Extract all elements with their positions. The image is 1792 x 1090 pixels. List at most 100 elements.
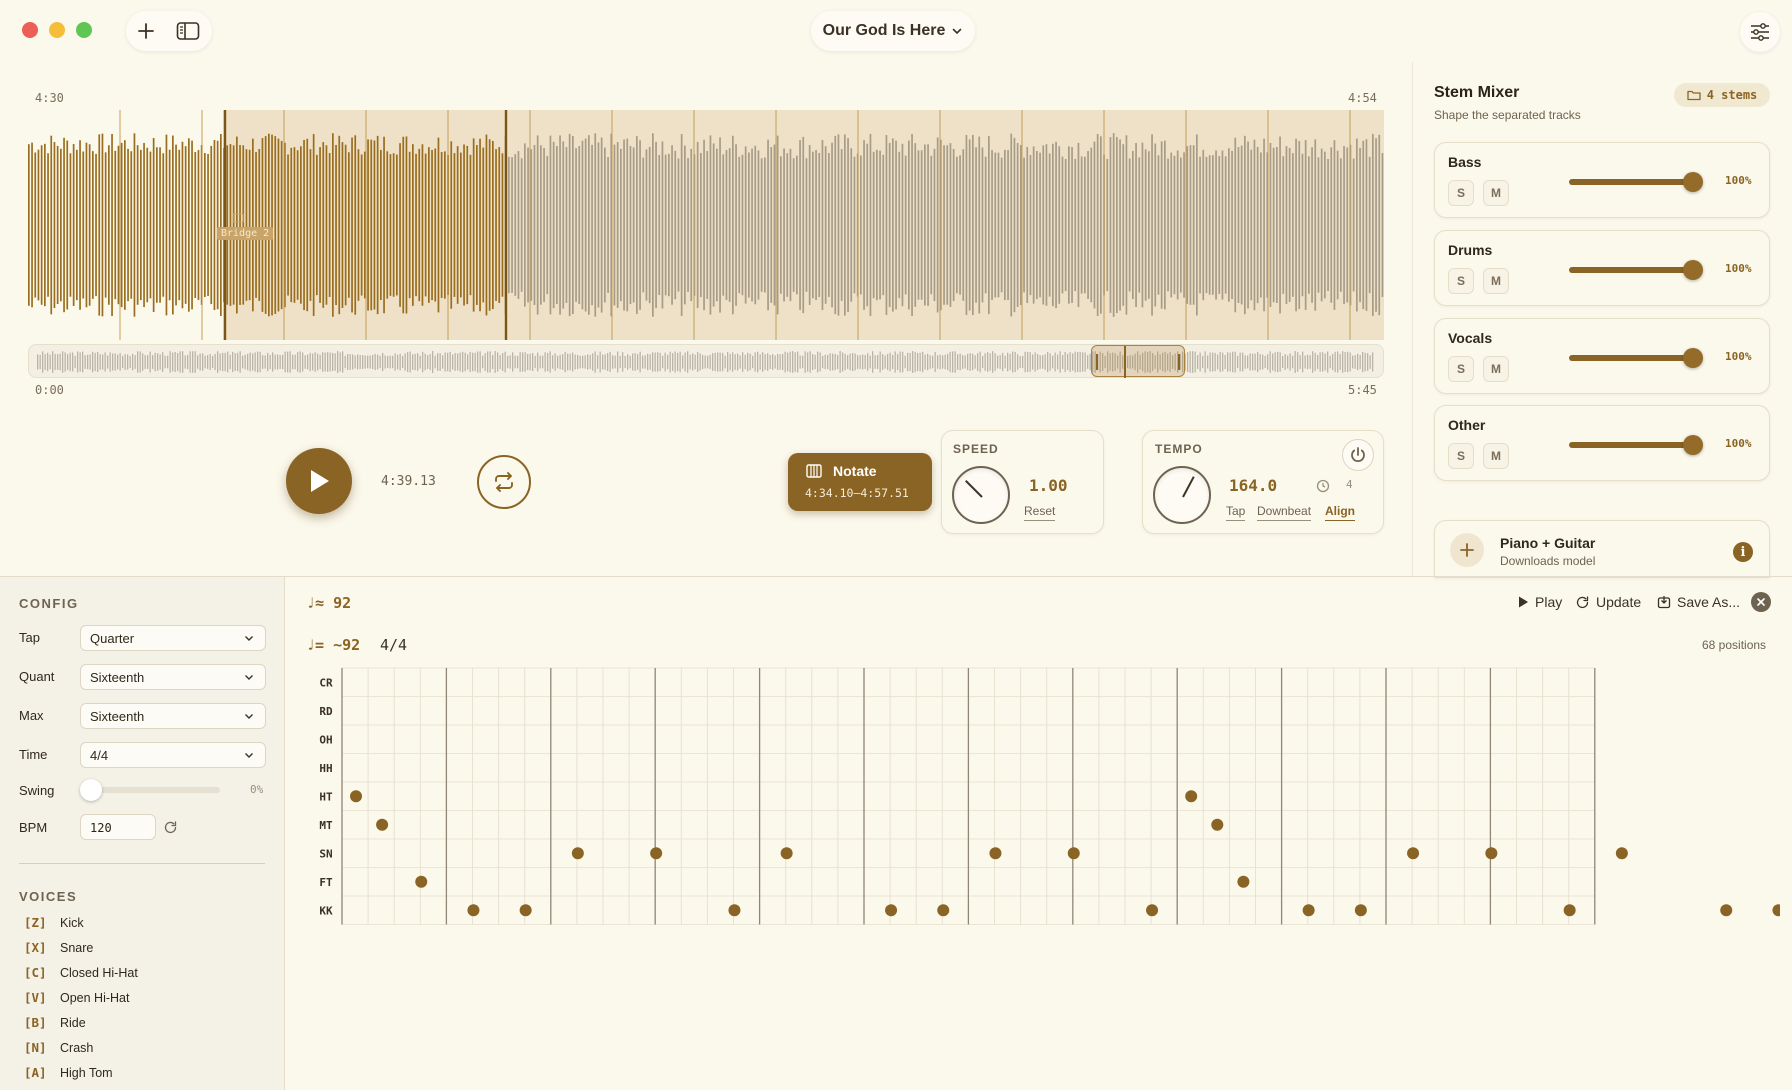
loop-button[interactable] <box>477 455 531 509</box>
toolbar-group <box>126 11 212 51</box>
waveform-overview[interactable] <box>28 344 1384 378</box>
hit-ft[interactable] <box>415 875 428 888</box>
hit-kk[interactable] <box>1302 904 1315 917</box>
hit-sn[interactable] <box>1615 847 1628 860</box>
piano-guitar-model-card: Piano + Guitar Downloads model i <box>1434 520 1770 578</box>
row-label-hh: HH <box>319 762 332 775</box>
config-tap-select[interactable]: Quarter <box>80 625 266 651</box>
hit-sn[interactable] <box>1067 847 1080 860</box>
hit-kk[interactable] <box>1720 904 1733 917</box>
hit-sn[interactable] <box>1407 847 1420 860</box>
volume-slider-thumb[interactable] <box>1683 348 1703 368</box>
power-icon <box>1351 447 1365 462</box>
add-model-button[interactable] <box>1450 533 1484 567</box>
voice-key: [V] <box>24 990 47 1005</box>
hit-kk[interactable] <box>467 904 480 917</box>
chevron-down-icon <box>245 675 253 680</box>
hit-kk[interactable] <box>1772 904 1780 917</box>
notation-save-button[interactable]: Save As... <box>1657 594 1740 610</box>
speed-reset-link[interactable]: Reset <box>1024 504 1056 521</box>
stems-count: 4 stems <box>1706 88 1758 102</box>
hit-kk[interactable] <box>728 904 741 917</box>
play-button[interactable] <box>286 448 352 514</box>
close-notation-button[interactable] <box>1751 592 1771 612</box>
hit-sn[interactable] <box>571 847 584 860</box>
volume-slider[interactable] <box>1569 267 1693 273</box>
tempo-downbeat-link[interactable]: Downbeat <box>1257 504 1312 521</box>
hit-mt[interactable] <box>1211 818 1224 831</box>
overview-view-window[interactable] <box>1091 345 1185 378</box>
hit-ht[interactable] <box>350 790 362 803</box>
solo-button[interactable]: S <box>1448 356 1474 382</box>
hit-kk[interactable] <box>937 904 950 917</box>
plus-icon[interactable] <box>134 19 158 43</box>
hit-sn[interactable] <box>1485 847 1498 860</box>
notation-update-button[interactable]: Update <box>1575 594 1641 610</box>
notation-play-button[interactable]: Play <box>1517 594 1562 610</box>
zoom-window-button[interactable] <box>76 22 92 38</box>
bpm-input[interactable]: 120 <box>80 814 156 840</box>
solo-button[interactable]: S <box>1448 443 1474 469</box>
swing-slider-thumb[interactable] <box>80 779 102 801</box>
volume-slider-thumb[interactable] <box>1683 435 1703 455</box>
hit-sn[interactable] <box>650 847 663 860</box>
config-caption: CONFIG <box>19 596 79 611</box>
volume-slider-thumb[interactable] <box>1683 172 1703 192</box>
mute-button[interactable]: M <box>1483 268 1509 294</box>
play-icon <box>1519 596 1528 608</box>
close-window-button[interactable] <box>22 22 38 38</box>
tempo-tap-link[interactable]: Tap <box>1226 504 1246 521</box>
sidebar-toggle-icon[interactable] <box>176 19 200 43</box>
settings-sliders-button[interactable] <box>1740 12 1780 52</box>
total-start-time: 0:00 <box>35 383 64 397</box>
stems-badge[interactable]: 4 stems <box>1674 83 1770 107</box>
speed-knob[interactable] <box>952 466 1010 524</box>
hit-kk[interactable] <box>1563 904 1576 917</box>
hit-ht[interactable] <box>1185 790 1198 803</box>
drum-grid[interactable]: CR RD OH HH HT MT SN FT KK <box>300 666 1780 926</box>
volume-slider[interactable] <box>1569 355 1693 361</box>
notate-button[interactable]: Notate 4:34.10–4:57.51 <box>788 453 932 511</box>
voice-item: [B] Ride <box>24 1015 86 1030</box>
solo-button[interactable]: S <box>1448 268 1474 294</box>
positions-count: 68 positions <box>1702 638 1767 652</box>
notation-tempo-primary: ♩≈ 92 <box>306 594 352 612</box>
view-start-time: 4:30 <box>35 91 64 105</box>
song-title-button[interactable]: Our God Is Here <box>811 11 975 51</box>
config-quant-select[interactable]: Sixteenth <box>80 664 266 690</box>
volume-slider[interactable] <box>1569 442 1693 448</box>
volume-slider-thumb[interactable] <box>1683 260 1703 280</box>
tempo-value[interactable]: 164.0 <box>1229 476 1277 495</box>
row-label-mt: MT <box>319 819 333 832</box>
model-note: Downloads model <box>1500 554 1596 568</box>
waveform-detail[interactable]: Bridge 2 <box>28 110 1384 340</box>
stem-name: Drums <box>1448 242 1493 258</box>
minimize-window-button[interactable] <box>49 22 65 38</box>
hit-kk[interactable] <box>1146 904 1159 917</box>
folder-icon <box>1687 90 1701 101</box>
voice-item: [A] High Tom <box>24 1065 113 1080</box>
volume-slider[interactable] <box>1569 179 1693 185</box>
speed-value[interactable]: 1.00 <box>1029 476 1068 495</box>
hit-kk[interactable] <box>885 904 898 917</box>
hit-kk[interactable] <box>519 904 532 917</box>
solo-button[interactable]: S <box>1448 180 1474 206</box>
section-marker-label[interactable]: Bridge 2 <box>217 227 274 240</box>
info-icon[interactable]: i <box>1733 542 1753 562</box>
hit-sn[interactable] <box>989 847 1002 860</box>
tempo-align-link[interactable]: Align <box>1325 504 1355 521</box>
tempo-knob[interactable] <box>1153 466 1211 524</box>
config-time-value: 4/4 <box>90 748 109 763</box>
config-max-select[interactable]: Sixteenth <box>80 703 266 729</box>
refresh-icon[interactable] <box>163 820 178 835</box>
hit-kk[interactable] <box>1354 904 1367 917</box>
hit-sn[interactable] <box>780 847 793 860</box>
hit-ft[interactable] <box>1237 875 1250 888</box>
mute-button[interactable]: M <box>1483 356 1509 382</box>
mute-button[interactable]: M <box>1483 180 1509 206</box>
stem-name: Vocals <box>1448 330 1493 346</box>
tempo-power-button[interactable] <box>1342 439 1374 471</box>
mute-button[interactable]: M <box>1483 443 1509 469</box>
config-time-select[interactable]: 4/4 <box>80 742 266 768</box>
hit-mt[interactable] <box>376 818 389 831</box>
